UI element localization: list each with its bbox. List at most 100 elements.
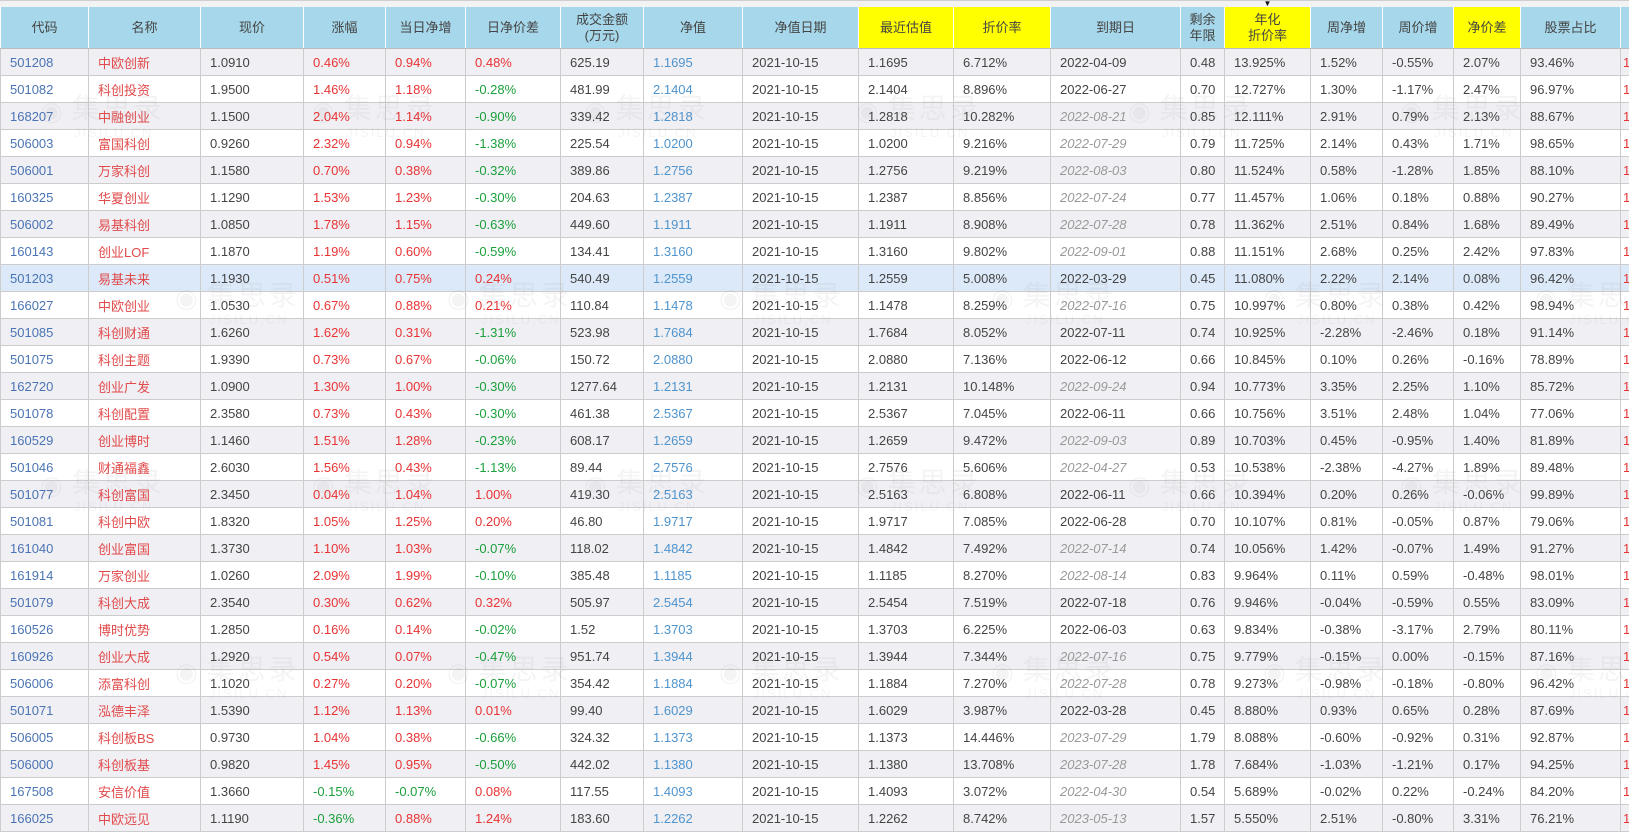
cell-turnover: 46.80 bbox=[560, 507, 644, 535]
col-header-week_price_chg[interactable]: 周价增 bbox=[1382, 7, 1454, 49]
col-header-name[interactable]: 名称 bbox=[88, 7, 201, 49]
col-header-code[interactable]: 代码 bbox=[0, 7, 89, 49]
cell-name[interactable]: 科创大成 bbox=[88, 588, 201, 616]
cell-name[interactable]: 创业LOF bbox=[88, 237, 201, 265]
cell-code[interactable]: 506006 bbox=[0, 669, 89, 697]
cell-nav_date: 2021-10-15 bbox=[742, 696, 859, 724]
cell-name[interactable]: 科创主题 bbox=[88, 345, 201, 373]
col-header-maturity[interactable]: 到期日 bbox=[1050, 7, 1181, 49]
cell-code[interactable]: 501046 bbox=[0, 453, 89, 481]
cell-code[interactable]: 501077 bbox=[0, 480, 89, 508]
cell-annual_discount: 10.107% bbox=[1224, 507, 1311, 535]
cell-code[interactable]: 166027 bbox=[0, 291, 89, 319]
cell-code[interactable]: 501085 bbox=[0, 318, 89, 346]
col-header-discount[interactable]: 折价率 bbox=[953, 7, 1051, 49]
cell-day_nav_chg: 0.67% bbox=[385, 345, 466, 373]
cell-name[interactable]: 科创板BS bbox=[88, 723, 201, 751]
table-row: 501081 科创中欧 1.8320 1.05% 1.25% 0.20% 46.80 1.97… bbox=[0, 507, 1629, 535]
col-header-turnover[interactable]: 成交金额 (万元) bbox=[560, 7, 644, 49]
cell-premium: -0.48% bbox=[1453, 561, 1521, 589]
col-header-week_nav_chg[interactable]: 周净增 bbox=[1310, 7, 1383, 49]
cell-code[interactable]: 160143 bbox=[0, 237, 89, 265]
cell-name[interactable]: 富国科创 bbox=[88, 129, 201, 157]
col-header-nav_date[interactable]: 净值日期 bbox=[742, 7, 859, 49]
cell-code[interactable]: 506001 bbox=[0, 156, 89, 184]
cell-premium: 0.17% bbox=[1453, 750, 1521, 778]
cell-price: 1.1580 bbox=[200, 156, 304, 184]
cell-years: 0.83 bbox=[1180, 561, 1225, 589]
cell-name[interactable]: 添富科创 bbox=[88, 669, 201, 697]
cell-code[interactable]: 501075 bbox=[0, 345, 89, 373]
cell-code[interactable]: 160529 bbox=[0, 426, 89, 454]
cell-nav: 1.1380 bbox=[643, 750, 743, 778]
cell-code[interactable]: 501071 bbox=[0, 696, 89, 724]
cell-clipped-next-column: 1 bbox=[1620, 534, 1629, 562]
col-header-premium[interactable]: 净价差 bbox=[1453, 7, 1521, 49]
cell-name[interactable]: 科创板基 bbox=[88, 750, 201, 778]
cell-code[interactable]: 506002 bbox=[0, 210, 89, 238]
cell-name[interactable]: 创业博时 bbox=[88, 426, 201, 454]
cell-code[interactable]: 501079 bbox=[0, 588, 89, 616]
cell-code[interactable]: 501078 bbox=[0, 399, 89, 427]
col-header-stock_pct[interactable]: 股票占比 bbox=[1520, 7, 1621, 49]
cell-code[interactable]: 506005 bbox=[0, 723, 89, 751]
cell-name[interactable]: 易基未来 bbox=[88, 264, 201, 292]
col-header-day_premium[interactable]: 日净价差 bbox=[465, 7, 561, 49]
cell-code[interactable]: 168207 bbox=[0, 102, 89, 130]
cell-maturity: 2022-03-28 bbox=[1050, 696, 1181, 724]
cell-chg: 0.67% bbox=[303, 291, 386, 319]
cell-code[interactable]: 501208 bbox=[0, 48, 89, 76]
cell-nav_date: 2021-10-15 bbox=[742, 372, 859, 400]
cell-name[interactable]: 科创富国 bbox=[88, 480, 201, 508]
cell-name[interactable]: 中欧远见 bbox=[88, 804, 201, 832]
cell-name[interactable]: 中融创业 bbox=[88, 102, 201, 130]
cell-premium: 0.28% bbox=[1453, 696, 1521, 724]
cell-code[interactable]: 160926 bbox=[0, 642, 89, 670]
cell-code[interactable]: 501082 bbox=[0, 75, 89, 103]
cell-maturity: 2022-07-14 bbox=[1050, 534, 1181, 562]
cell-code[interactable]: 506000 bbox=[0, 750, 89, 778]
cell-week_nav_chg: -0.60% bbox=[1310, 723, 1383, 751]
cell-name[interactable]: 万家创业 bbox=[88, 561, 201, 589]
cell-code[interactable]: 161040 bbox=[0, 534, 89, 562]
cell-code[interactable]: 167508 bbox=[0, 777, 89, 805]
cell-nav: 1.4093 bbox=[643, 777, 743, 805]
cell-name[interactable]: 中欧创业 bbox=[88, 291, 201, 319]
cell-code[interactable]: 161914 bbox=[0, 561, 89, 589]
cell-name[interactable]: 博时优势 bbox=[88, 615, 201, 643]
cell-name[interactable]: 财通福鑫 bbox=[88, 453, 201, 481]
cell-code[interactable]: 501203 bbox=[0, 264, 89, 292]
cell-name[interactable]: 万家科创 bbox=[88, 156, 201, 184]
cell-years: 0.48 bbox=[1180, 48, 1225, 76]
cell-code[interactable]: 160325 bbox=[0, 183, 89, 211]
cell-code[interactable]: 160526 bbox=[0, 615, 89, 643]
col-header-annual_discount[interactable]: ▼ 年化 折价率 bbox=[1224, 0, 1311, 49]
col-header-nav[interactable]: 净值 bbox=[643, 7, 743, 49]
cell-name[interactable]: 泓德丰泽 bbox=[88, 696, 201, 724]
cell-name[interactable]: 科创中欧 bbox=[88, 507, 201, 535]
col-header-years[interactable]: 剩余 年限 bbox=[1180, 7, 1225, 49]
cell-name[interactable]: 创业富国 bbox=[88, 534, 201, 562]
cell-stock_pct: 93.46% bbox=[1520, 48, 1621, 76]
cell-name[interactable]: 创业广发 bbox=[88, 372, 201, 400]
cell-week_nav_chg: 1.06% bbox=[1310, 183, 1383, 211]
col-header-day_nav_chg[interactable]: 当日净增 bbox=[385, 7, 466, 49]
cell-code[interactable]: 501081 bbox=[0, 507, 89, 535]
cell-name[interactable]: 华夏创业 bbox=[88, 183, 201, 211]
cell-name[interactable]: 易基科创 bbox=[88, 210, 201, 238]
cell-name[interactable]: 科创投资 bbox=[88, 75, 201, 103]
cell-name[interactable]: 科创财通 bbox=[88, 318, 201, 346]
cell-name[interactable]: 安信价值 bbox=[88, 777, 201, 805]
cell-est_nav: 1.1373 bbox=[858, 723, 954, 751]
cell-years: 0.78 bbox=[1180, 210, 1225, 238]
cell-name[interactable]: 创业大成 bbox=[88, 642, 201, 670]
col-header-chg[interactable]: 涨幅 bbox=[303, 7, 386, 49]
cell-name[interactable]: 科创配置 bbox=[88, 399, 201, 427]
cell-code[interactable]: 506003 bbox=[0, 129, 89, 157]
cell-code[interactable]: 166025 bbox=[0, 804, 89, 832]
col-header-est_nav[interactable]: 最近估值 bbox=[858, 7, 954, 49]
col-header-price[interactable]: 现价 bbox=[200, 7, 304, 49]
cell-name[interactable]: 中欧创新 bbox=[88, 48, 201, 76]
cell-day_nav_chg: 0.20% bbox=[385, 669, 466, 697]
cell-code[interactable]: 162720 bbox=[0, 372, 89, 400]
